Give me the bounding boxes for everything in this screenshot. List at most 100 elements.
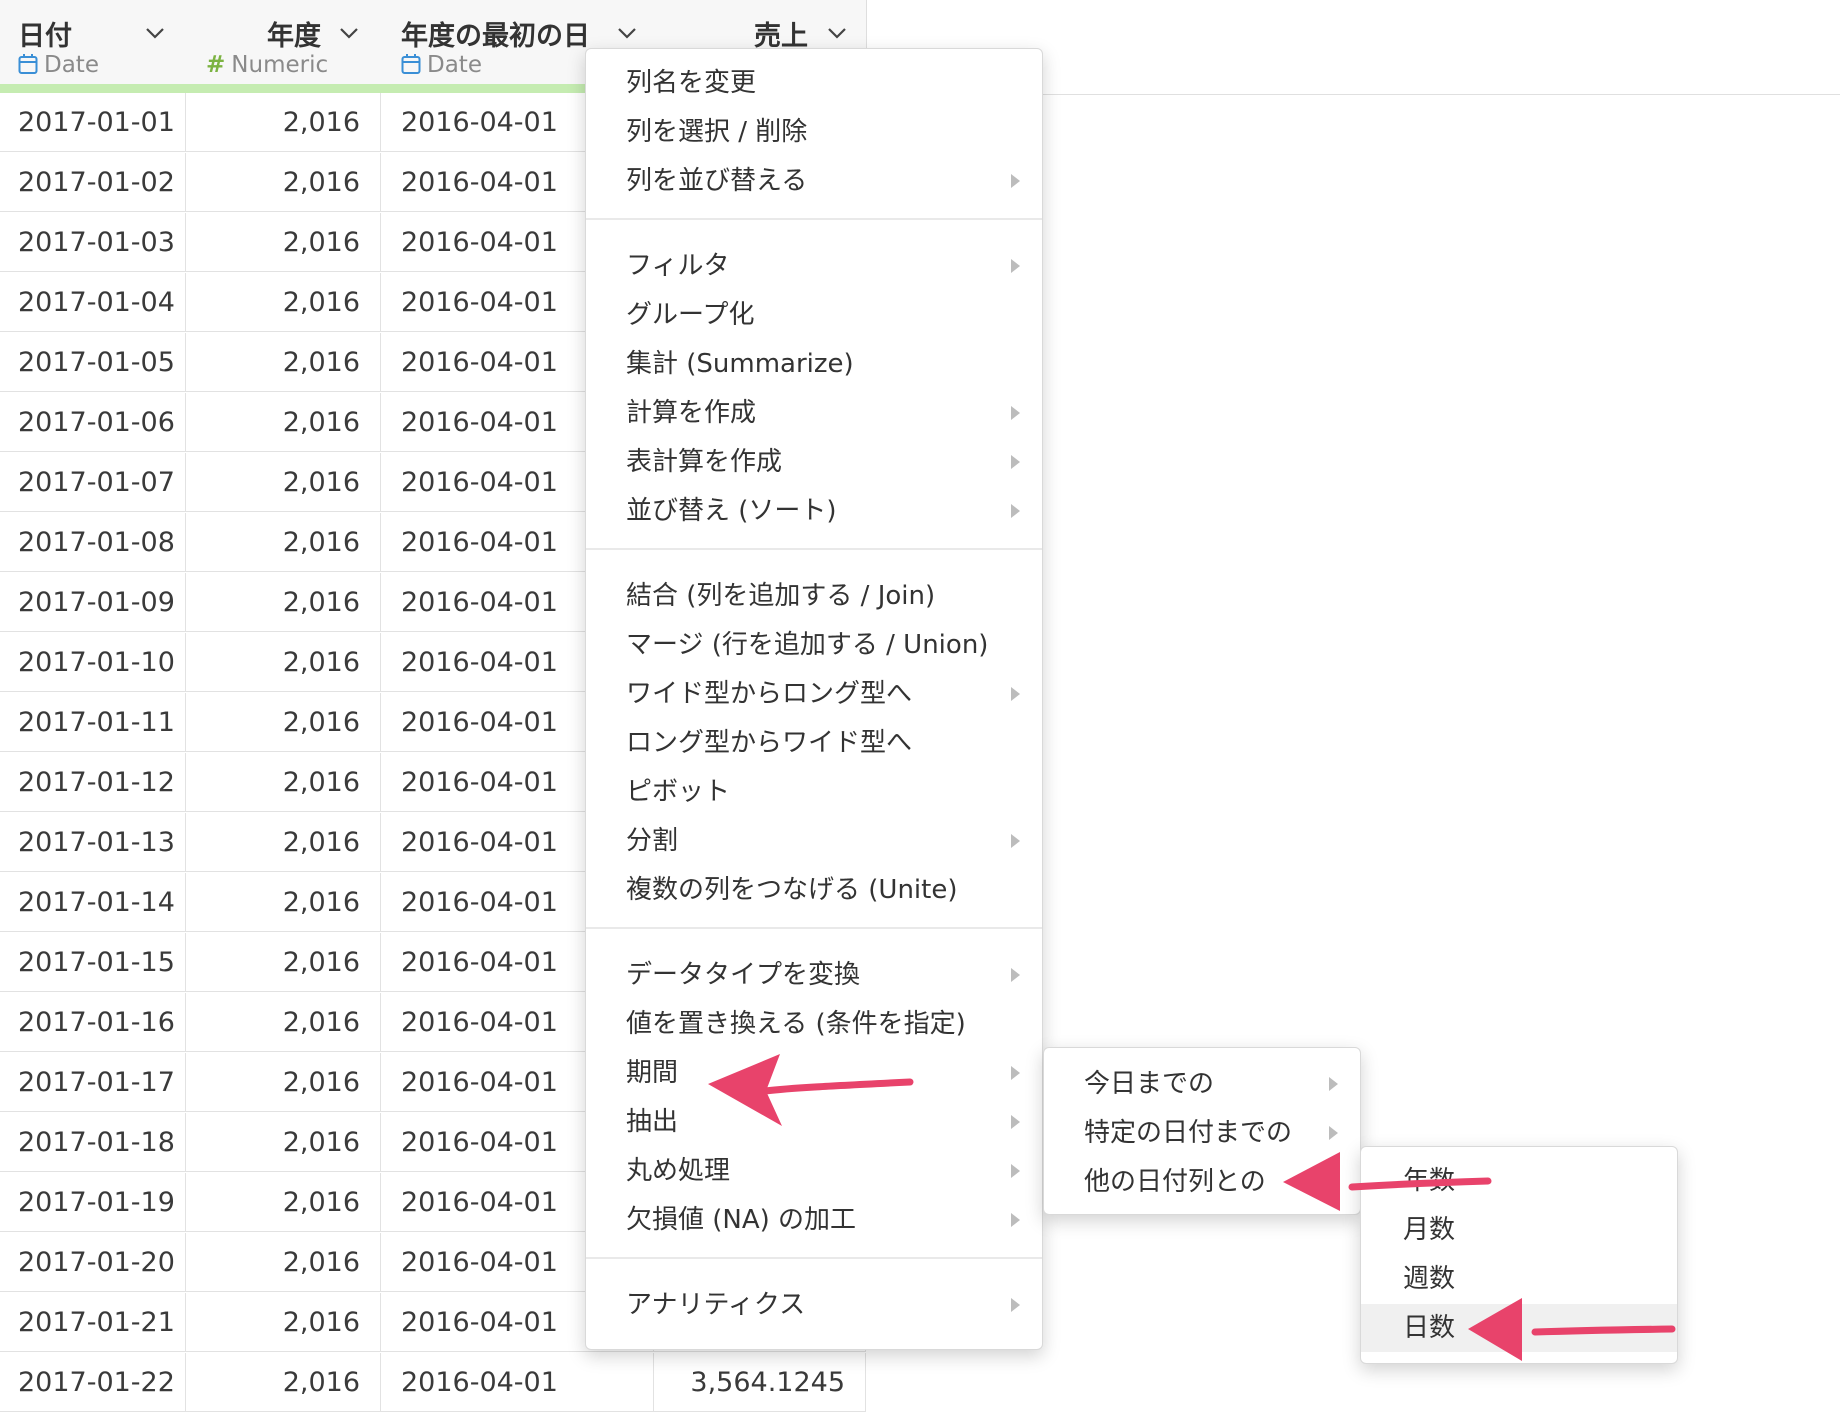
table-cell[interactable]: 2016-04-01 [381, 1353, 654, 1412]
column-context-menu: 列名を変更 列を選択 / 削除 列を並び替えるフィルタグループ化集計 (Summar… [585, 48, 1043, 1350]
menu-item[interactable]: 丸め処理 [586, 1147, 1042, 1195]
table-cell[interactable]: 2017-01-01 [0, 93, 186, 152]
table-cell[interactable]: 2017-01-15 [0, 933, 186, 992]
column-header-date[interactable]: 日付 Date [0, 0, 187, 84]
menu-item[interactable]: 値を置き換える (条件を指定) [586, 1000, 1042, 1048]
menu-item[interactable]: 並び替え (ソート) [586, 487, 1042, 535]
menu-item[interactable]: ピボット [586, 768, 1042, 816]
menu-item-label: データタイプを変換 [626, 960, 861, 990]
table-cell[interactable]: 2017-01-09 [0, 573, 186, 632]
menu-item[interactable]: 集計 (Summarize) [586, 340, 1042, 388]
table-cell[interactable]: 2,016 [186, 513, 381, 572]
menu-item[interactable]: 表計算を作成 [586, 438, 1042, 486]
calendar-icon [401, 54, 421, 74]
menu-item[interactable]: フィルタ [586, 242, 1042, 290]
table-cell[interactable]: 2,016 [186, 1113, 381, 1172]
chevron-down-icon[interactable] [616, 22, 638, 44]
menu-item-label: 抽出 [626, 1107, 679, 1137]
table-cell[interactable]: 2017-01-17 [0, 1053, 186, 1112]
menu-item[interactable]: 抽出 [586, 1098, 1042, 1146]
menu-item[interactable]: データタイプを変換 [586, 951, 1042, 999]
menu-item[interactable]: 特定の日付までの [1044, 1109, 1360, 1157]
submenu-arrow-icon [1011, 1164, 1020, 1178]
table-cell[interactable]: 2017-01-07 [0, 453, 186, 512]
menu-item[interactable]: マージ (行を追加する / Union) [586, 621, 1042, 669]
table-cell[interactable]: 3,564.1245 [654, 1353, 866, 1412]
submenu-arrow-icon [1011, 1213, 1020, 1227]
menu-item[interactable]: 他の日付列との [1044, 1158, 1360, 1206]
table-cell[interactable]: 2017-01-08 [0, 513, 186, 572]
menu-item[interactable]: ワイド型からロング型へ [586, 670, 1042, 718]
table-cell[interactable]: 2,016 [186, 1353, 381, 1412]
menu-item-label: 他の日付列との [1084, 1167, 1266, 1197]
table-cell[interactable]: 2,016 [186, 213, 381, 272]
menu-item[interactable]: グループ化 [586, 291, 1042, 339]
submenu-arrow-icon [1011, 968, 1020, 982]
table-cell[interactable]: 2,016 [186, 453, 381, 512]
menu-item[interactable]: 週数 [1361, 1255, 1677, 1303]
submenu-arrow-icon [1011, 406, 1020, 420]
menu-item[interactable]: ロング型からワイド型へ [586, 719, 1042, 767]
table-cell[interactable]: 2017-01-13 [0, 813, 186, 872]
menu-item-label: グループ化 [626, 300, 755, 330]
submenu-arrow-icon [1011, 455, 1020, 469]
table-cell[interactable]: 2017-01-12 [0, 753, 186, 812]
table-cell[interactable]: 2,016 [186, 1053, 381, 1112]
menu-item[interactable]: 欠損値 (NA) の加工 [586, 1196, 1042, 1244]
menu-item[interactable]: 列を並び替える [586, 157, 1042, 205]
menu-item[interactable]: 結合 (列を追加する / Join) [586, 572, 1042, 620]
chevron-down-icon[interactable] [826, 22, 848, 44]
menu-item[interactable]: 計算を作成 [586, 389, 1042, 437]
table-cell[interactable]: 2017-01-19 [0, 1173, 186, 1232]
table-cell[interactable]: 2,016 [186, 93, 381, 152]
table-cell[interactable]: 2017-01-06 [0, 393, 186, 452]
table-cell[interactable]: 2017-01-20 [0, 1233, 186, 1292]
menu-item[interactable]: 期間 [586, 1049, 1042, 1097]
table-cell[interactable]: 2017-01-14 [0, 873, 186, 932]
table-cell[interactable]: 2,016 [186, 813, 381, 872]
menu-item[interactable]: 月数 [1361, 1206, 1677, 1254]
menu-separator [586, 218, 1042, 220]
menu-item-label: フィルタ [626, 251, 730, 281]
menu-item[interactable]: 分割 [586, 817, 1042, 865]
table-cell[interactable]: 2,016 [186, 1173, 381, 1232]
table-cell[interactable]: 2017-01-03 [0, 213, 186, 272]
table-cell[interactable]: 2,016 [186, 633, 381, 692]
table-cell[interactable]: 2017-01-05 [0, 333, 186, 392]
table-cell[interactable]: 2,016 [186, 273, 381, 332]
period-submenu: 今日までの特定の日付までの 他の日付列との [1043, 1047, 1361, 1215]
chevron-down-icon[interactable] [338, 22, 360, 44]
menu-item[interactable]: 日数 [1361, 1304, 1677, 1352]
table-cell[interactable]: 2,016 [186, 1233, 381, 1292]
table-cell[interactable]: 2017-01-16 [0, 993, 186, 1052]
menu-item[interactable]: 複数の列をつなげる (Unite) [586, 866, 1042, 914]
menu-item-label: 特定の日付までの [1084, 1118, 1293, 1148]
table-cell[interactable]: 2,016 [186, 873, 381, 932]
table-cell[interactable]: 2017-01-11 [0, 693, 186, 752]
table-cell[interactable]: 2017-01-10 [0, 633, 186, 692]
table-cell[interactable]: 2,016 [186, 693, 381, 752]
table-cell[interactable]: 2017-01-22 [0, 1353, 186, 1412]
table-cell[interactable]: 2,016 [186, 933, 381, 992]
column-header-year[interactable]: 年度 # Numeric [186, 0, 382, 84]
table-cell[interactable]: 2,016 [186, 993, 381, 1052]
table-cell[interactable]: 2,016 [186, 753, 381, 812]
menu-item[interactable]: 今日までの [1044, 1060, 1360, 1108]
table-cell[interactable]: 2017-01-21 [0, 1293, 186, 1352]
menu-item[interactable]: アナリティクス [586, 1281, 1042, 1329]
submenu-arrow-icon [1329, 1126, 1338, 1140]
table-cell[interactable]: 2,016 [186, 393, 381, 452]
table-cell[interactable]: 2017-01-18 [0, 1113, 186, 1172]
menu-item[interactable]: 列名を変更 [586, 59, 1042, 107]
table-cell[interactable]: 2017-01-04 [0, 273, 186, 332]
column-type: # Numeric [206, 52, 328, 78]
submenu-arrow-icon [1011, 1066, 1020, 1080]
chevron-down-icon[interactable] [144, 22, 166, 44]
menu-item[interactable]: 年数 [1361, 1157, 1677, 1205]
table-cell[interactable]: 2,016 [186, 333, 381, 392]
table-cell[interactable]: 2,016 [186, 573, 381, 632]
menu-item[interactable]: 列を選択 / 削除 [586, 108, 1042, 156]
table-cell[interactable]: 2017-01-02 [0, 153, 186, 212]
table-cell[interactable]: 2,016 [186, 153, 381, 212]
table-cell[interactable]: 2,016 [186, 1293, 381, 1352]
